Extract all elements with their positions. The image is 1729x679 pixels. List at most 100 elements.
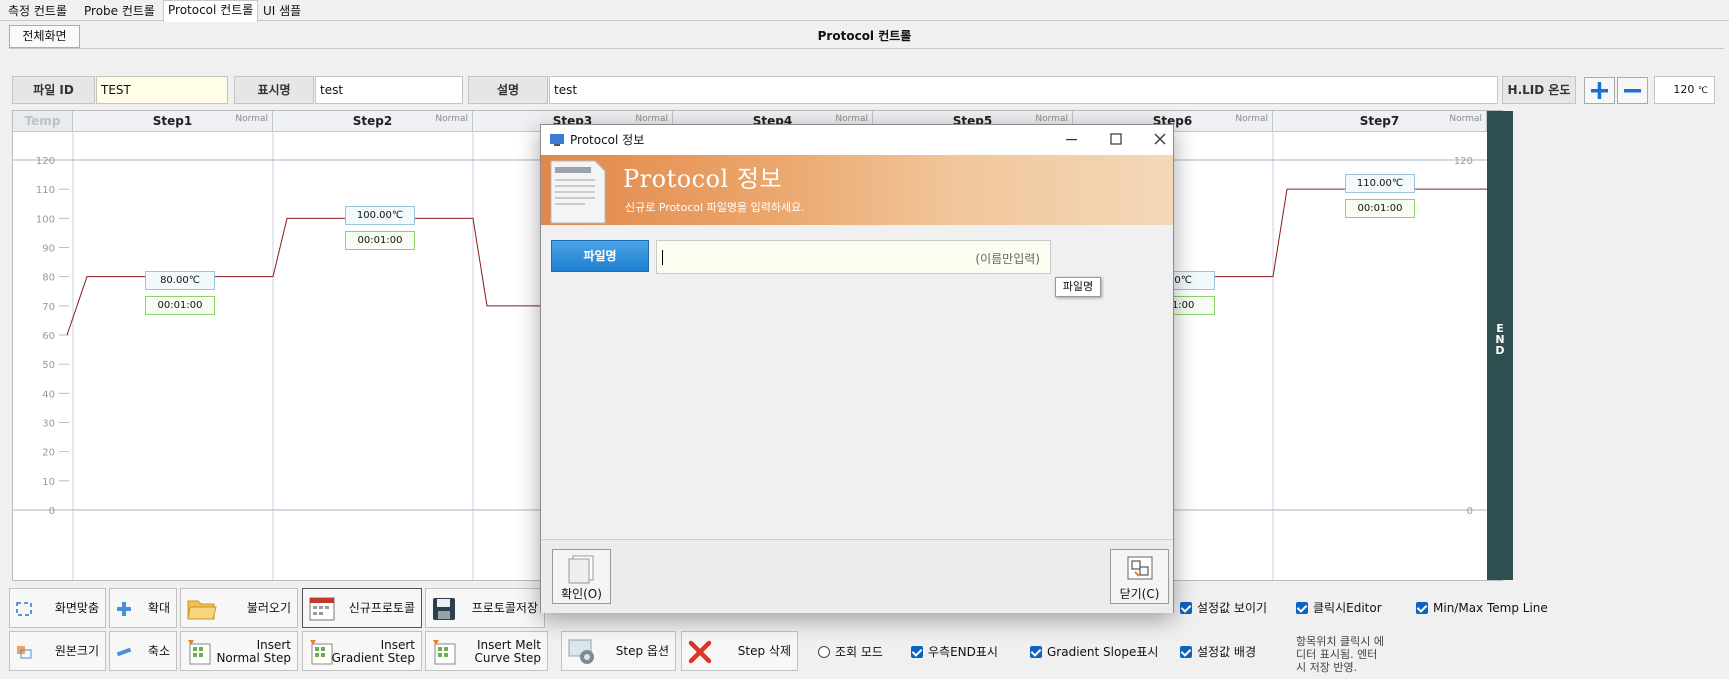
y-tick-label: 100	[36, 214, 55, 225]
window-icon	[550, 134, 564, 146]
y-tick-label: 40	[42, 389, 55, 400]
step7-temp[interactable]: 110.00℃	[1345, 174, 1415, 193]
dialog-banner: Protocol 정보 신규로 Protocol 파일명을 입력하세요.	[541, 155, 1173, 225]
step2-temp[interactable]: 100.00℃	[345, 206, 415, 225]
zoom-in-button[interactable]: 확대	[109, 588, 177, 628]
end-marker: END	[1487, 111, 1513, 580]
delete-icon	[688, 640, 712, 664]
view-mode-radio[interactable]: 조회 모드	[818, 645, 883, 659]
y-tick-label: 60	[42, 331, 55, 342]
y-tick-label: 20	[42, 448, 55, 459]
y-tick-label: 120	[36, 156, 55, 167]
banner-title: Protocol 정보	[623, 165, 783, 193]
step-option-button[interactable]: Step 옵션	[561, 631, 676, 671]
step-header-7[interactable]: Step7 Normal	[1273, 111, 1487, 132]
y-tick-label: 110	[36, 185, 55, 196]
right-tick-label: 0	[1467, 506, 1473, 517]
increase-button[interactable]	[1584, 77, 1615, 104]
maximize-button[interactable]	[1094, 125, 1134, 155]
description-field[interactable]: test	[549, 76, 1498, 104]
original-size-button[interactable]: 원본크기	[9, 631, 106, 671]
minmax-line-checkbox[interactable]: Min/Max Temp Line	[1416, 601, 1548, 615]
y-tick-label: 70	[42, 302, 55, 313]
zoom-out-icon	[116, 647, 132, 657]
insert-step-icon	[433, 640, 456, 665]
folder-icon	[187, 600, 217, 620]
open-button[interactable]: 불러오기	[180, 588, 298, 628]
fullscreen-button[interactable]: 전체화면	[9, 25, 80, 48]
y-tick-label: 80	[42, 273, 55, 284]
filename-placeholder: (이름만입력)	[975, 252, 1040, 266]
file-id-label: 파일 ID	[12, 76, 95, 104]
close-button[interactable]	[1134, 125, 1174, 155]
insert-gradient-step-button[interactable]: Insert Gradient Step	[302, 631, 422, 671]
temp-header: Temp	[13, 111, 73, 132]
click-editor-checkbox[interactable]: 클릭시Editor	[1296, 601, 1382, 615]
new-protocol-button[interactable]: 신규프로토콜	[302, 588, 422, 628]
text-caret	[662, 250, 663, 265]
document-icon	[550, 160, 606, 224]
checkbox-icon	[911, 646, 923, 658]
right-tick-label: 120	[1454, 156, 1473, 167]
decrease-button[interactable]	[1617, 77, 1648, 104]
tab-measure[interactable]: 측정 컨트롤	[4, 2, 71, 21]
y-tick-label: 0	[49, 506, 55, 517]
step1-temp[interactable]: 80.00℃	[145, 271, 215, 290]
ok-button[interactable]: 확인(O)	[552, 549, 611, 604]
y-tick-label: 50	[42, 360, 55, 371]
step-header-1[interactable]: Step1 Normal	[73, 111, 273, 132]
ok-icon	[568, 555, 593, 584]
checkbox-icon	[1030, 646, 1042, 658]
filename-input[interactable]: (이름만입력)	[656, 240, 1051, 274]
step7-time[interactable]: 00:01:00	[1345, 199, 1415, 218]
hlid-temp-field[interactable]: 120 ℃	[1654, 76, 1715, 104]
display-name-label: 표시명	[234, 76, 314, 104]
hint-text: 항목위치 클릭시 에 디터 표시됨. 엔터 시 저장 반영.	[1296, 635, 1384, 674]
dialog-title: Protocol 정보	[570, 133, 645, 147]
protocol-info-dialog: Protocol 정보 Protocol 정보 신규로 Protocol 파일명…	[540, 124, 1174, 613]
end-label: END	[1495, 322, 1505, 357]
setvalue-bg-checkbox[interactable]: 설정값 배경	[1180, 645, 1256, 659]
close-dialog-button[interactable]: 닫기(C)	[1110, 549, 1169, 604]
description-label: 설명	[468, 76, 548, 104]
fit-screen-icon	[16, 602, 32, 616]
insert-melt-curve-button[interactable]: Insert Melt Curve Step	[425, 631, 548, 671]
close-dialog-icon	[1127, 556, 1152, 580]
checkbox-icon	[1180, 602, 1192, 614]
minimize-button[interactable]	[1054, 125, 1094, 155]
original-size-icon	[17, 646, 32, 659]
step-header-2[interactable]: Step2 Normal	[273, 111, 473, 132]
tab-protocol[interactable]: Protocol 컨트롤	[163, 0, 259, 22]
banner-subtitle: 신규로 Protocol 파일명을 입력하세요.	[625, 201, 805, 214]
zoom-out-button[interactable]: 축소	[109, 631, 177, 671]
radio-icon	[818, 646, 830, 658]
page-title: Protocol 컨트롤	[817, 29, 912, 43]
insert-normal-step-button[interactable]: Insert Normal Step	[180, 631, 298, 671]
insert-step-icon	[188, 640, 211, 665]
tab-probe[interactable]: Probe 컨트롤	[80, 2, 159, 21]
plus-icon	[1591, 82, 1608, 99]
zoom-in-icon	[117, 602, 131, 616]
y-tick-label: 10	[42, 477, 55, 488]
y-tick-label: 90	[42, 244, 55, 255]
calendar-icon	[309, 597, 335, 621]
step1-time[interactable]: 00:01:00	[145, 296, 215, 315]
file-id-field[interactable]: TEST	[96, 76, 228, 104]
display-name-field[interactable]: test	[315, 76, 463, 104]
show-setvalue-checkbox[interactable]: 설정값 보이기	[1180, 601, 1267, 615]
save-protocol-button[interactable]: 프로토콜저장	[425, 588, 545, 628]
checkbox-icon	[1180, 646, 1192, 658]
tab-bar: 측정 컨트롤 Probe 컨트롤 Protocol 컨트롤 UI 샘플	[0, 0, 1729, 22]
tooltip: 파일명	[1055, 277, 1101, 297]
gradient-slope-checkbox[interactable]: Gradient Slope표시	[1030, 645, 1158, 659]
divider	[9, 48, 1724, 49]
checkbox-icon	[1416, 602, 1428, 614]
step-delete-button[interactable]: Step 삭제	[681, 631, 798, 671]
tab-ui-sample[interactable]: UI 샘플	[259, 2, 305, 21]
filename-label: 파일명	[551, 240, 649, 272]
right-end-checkbox[interactable]: 우측END표시	[911, 645, 998, 659]
step2-time[interactable]: 00:01:00	[345, 231, 415, 250]
fit-screen-button[interactable]: 화면맞춤	[9, 588, 106, 628]
minus-icon	[1624, 89, 1641, 93]
save-icon	[433, 598, 455, 620]
